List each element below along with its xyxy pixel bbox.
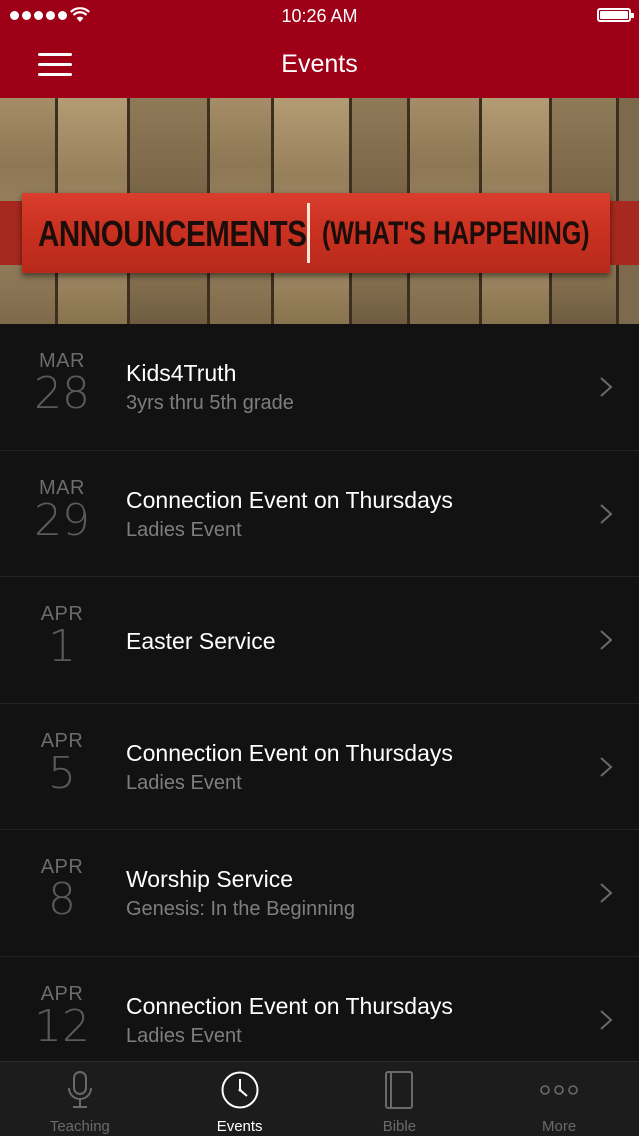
battery-icon [597,8,634,22]
chevron-right-icon [600,883,613,903]
chevron-right-icon [600,503,613,524]
event-subtitle: 3yrs thru 5th grade [126,392,294,414]
event-title: Easter Service [126,628,276,654]
clock-icon [221,1071,259,1109]
announcements-ribbon: ANNOUNCEMENTS (WHAT'S HAPPENING) [0,193,639,273]
banner-divider [307,203,310,263]
event-row[interactable]: APR 8 Worship Service Genesis: In the Be… [0,830,639,957]
chevron-right-icon [600,756,613,777]
chevron-right-icon [600,377,613,397]
event-title: Connection Event on Thursdays [126,486,453,513]
book-icon [385,1071,414,1109]
event-row[interactable]: APR 5 Connection Event on Thursdays Ladi… [0,703,639,830]
tab-bible[interactable]: Bible [320,1062,480,1136]
microphone-icon [67,1071,92,1108]
announcements-banner: ANNOUNCEMENTS (WHAT'S HAPPENING) [0,98,639,324]
events-list: MAR 28 Kids4Truth 3yrs thru 5th grade MA… [0,324,639,1083]
event-day: 29 [34,494,90,546]
event-date: APR 5 [22,730,102,796]
event-title: Worship Service [126,866,294,892]
event-title: Connection Event on Thursdays [126,739,453,766]
event-day: 12 [34,1000,90,1052]
chevron-right-icon [600,1009,613,1030]
event-subtitle: Ladies Event [126,771,242,794]
tab-bar: Teaching Events Bible More [0,1061,639,1136]
event-date: MAR 28 [22,350,102,416]
navigation-bar: 10:26 AM Events [0,0,639,98]
event-title: Connection Event on Thursdays [126,992,453,1019]
event-day: 8 [48,874,76,925]
page-title: Events [281,50,358,78]
events-screen: 10:26 AM Events ANNOUNCEMENTS (WHAT'S HA… [0,0,639,1136]
event-day: 28 [34,368,90,419]
event-subtitle: Ladies Event [126,1024,242,1047]
tab-teaching[interactable]: Teaching [0,1062,160,1136]
status-bar: 10:26 AM [0,0,639,34]
event-row[interactable]: MAR 28 Kids4Truth 3yrs thru 5th grade [0,324,639,451]
event-subtitle: Ladies Event [126,518,242,541]
event-day: 5 [48,747,76,799]
event-date: APR 12 [22,983,102,1049]
tab-more[interactable]: More [479,1062,639,1136]
more-dots-icon [540,1085,578,1095]
tab-label: Teaching [49,1118,110,1135]
tab-label: Bible [382,1118,417,1135]
event-row[interactable]: APR 1 Easter Service [0,577,639,704]
event-date: MAR 29 [22,477,102,543]
event-row[interactable]: MAR 29 Connection Event on Thursdays Lad… [0,450,639,577]
banner-announcements-text: ANNOUNCEMENTS [38,213,307,254]
event-date: APR 8 [22,856,102,922]
event-subtitle: Genesis: In the Beginning [126,898,356,920]
status-time: 10:26 AM [281,6,358,26]
tab-label: Events [216,1118,263,1135]
event-date: APR 1 [22,603,102,669]
event-title: Kids4Truth [126,360,237,386]
tab-label: More [542,1118,577,1135]
event-day: 1 [48,621,76,672]
tab-events[interactable]: Events [160,1062,320,1136]
banner-whats-happening-text: (WHAT'S HAPPENING) [322,215,590,251]
chevron-right-icon [600,630,613,650]
